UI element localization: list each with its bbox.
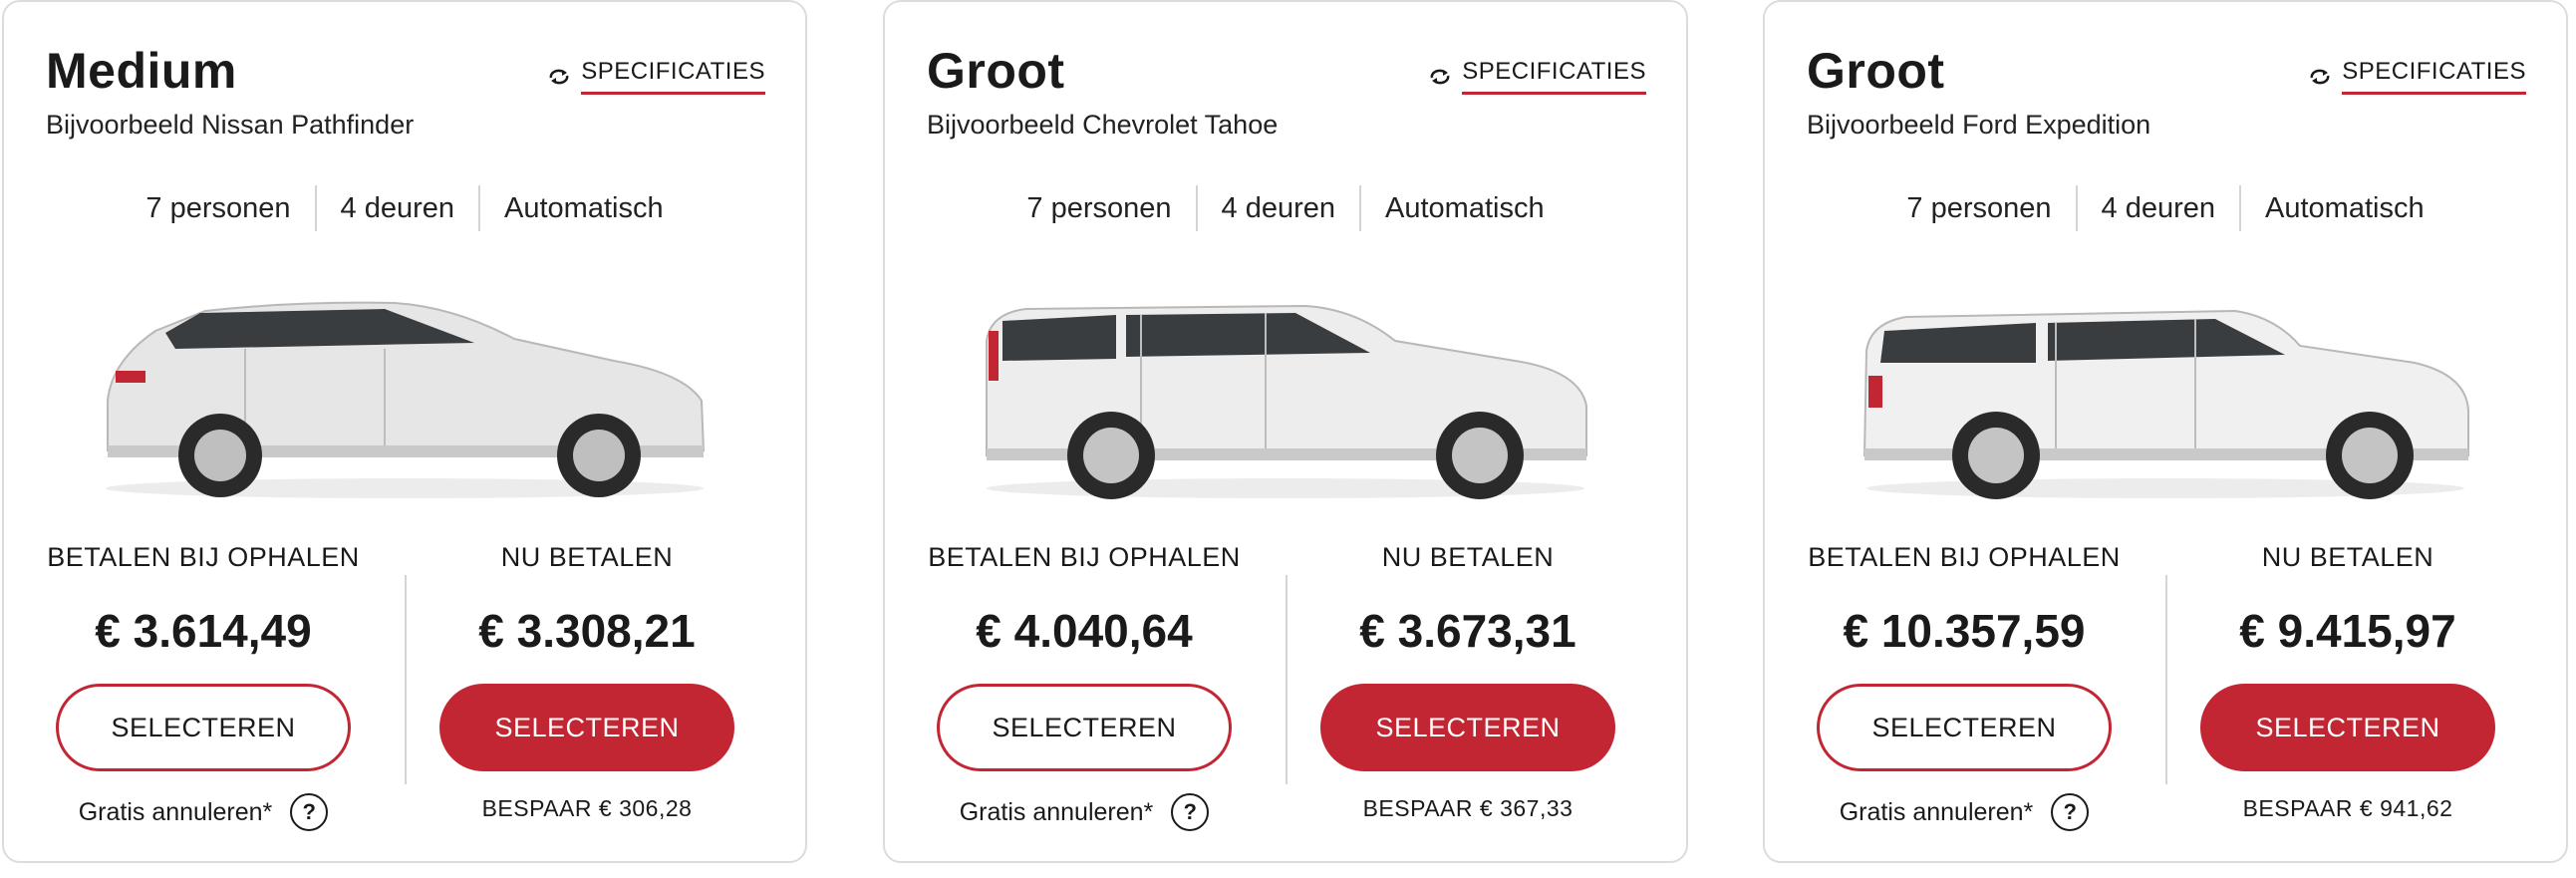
feature-list: 7 personen 4 deuren Automatisch (885, 185, 1686, 231)
pay-now-section: NU BETALEN € 9.415,97 SELECTEREN BESPAAR… (2168, 540, 2527, 822)
feature-doors: 4 deuren (340, 192, 455, 224)
card-title: Groot (927, 43, 1065, 99)
question-circle-icon[interactable]: ? (2051, 793, 2090, 831)
vehicle-card-groot-expedition: Groot Bijvoorbeeld Ford Expedition SPECI… (1763, 0, 2568, 863)
savings-text: BESPAAR € 941,62 (2242, 795, 2453, 821)
pay-now-price: € 3.308,21 (478, 605, 696, 657)
card-example-model: Bijvoorbeeld Chevrolet Tahoe (927, 110, 1279, 140)
card-example-model: Bijvoorbeeld Ford Expedition (1807, 110, 2151, 140)
pay-now-price: € 3.673,31 (1359, 605, 1576, 657)
price-column-divider (405, 575, 407, 784)
select-pay-later-button[interactable]: SELECTEREN (937, 684, 1232, 771)
car-image-nissan-pathfinder (106, 301, 706, 498)
free-cancellation-row: Gratis annuleren* ? (1785, 793, 2144, 831)
question-circle-icon[interactable]: ? (290, 793, 329, 831)
rotate-arrows-icon (1430, 69, 1450, 84)
feature-transmission: Automatisch (1385, 192, 1545, 224)
pay-at-pickup-section: BETALEN BIJ OPHALEN € 10.357,59 SELECTER… (1785, 540, 2144, 831)
select-pay-now-button[interactable]: SELECTEREN (2200, 684, 2495, 771)
question-circle-icon[interactable]: ? (1171, 793, 1210, 831)
pay-at-pickup-price: € 3.614,49 (95, 605, 312, 657)
rotate-arrows-icon (2310, 69, 2330, 84)
pay-at-pickup-heading: BETALEN BIJ OPHALEN (928, 542, 1241, 572)
select-pay-now-button[interactable]: SELECTEREN (439, 684, 734, 771)
pay-at-pickup-heading: BETALEN BIJ OPHALEN (47, 542, 360, 572)
specifications-link[interactable]: SPECIFICATIES (1428, 58, 1646, 95)
vehicle-card-medium: Medium Bijvoorbeeld Nissan Pathfinder SP… (2, 0, 807, 863)
car-image-chevrolet-tahoe (986, 304, 1587, 499)
pay-at-pickup-section: BETALEN BIJ OPHALEN € 4.040,64 SELECTERE… (905, 540, 1264, 831)
card-title: Medium (46, 43, 237, 99)
select-pay-later-button[interactable]: SELECTEREN (56, 684, 351, 771)
pay-now-section: NU BETALEN € 3.308,21 SELECTEREN BESPAAR… (408, 540, 766, 822)
specifications-link[interactable]: SPECIFICATIES (2308, 58, 2526, 95)
specifications-label: SPECIFICATIES (2342, 58, 2526, 95)
pay-at-pickup-price: € 4.040,64 (976, 605, 1193, 657)
feature-doors: 4 deuren (1221, 192, 1336, 224)
specifications-label: SPECIFICATIES (581, 58, 765, 95)
pay-at-pickup-price: € 10.357,59 (1843, 605, 2086, 657)
feature-passengers: 7 personen (145, 192, 291, 224)
feature-list: 7 personen 4 deuren Automatisch (4, 185, 805, 231)
pay-at-pickup-section: BETALEN BIJ OPHALEN € 3.614,49 SELECTERE… (24, 540, 383, 831)
free-cancellation-text: Gratis annuleren* (1839, 797, 2034, 826)
select-pay-now-button[interactable]: SELECTEREN (1320, 684, 1615, 771)
pay-now-price: € 9.415,97 (2239, 605, 2456, 657)
rotate-arrows-icon (549, 69, 569, 84)
pay-now-heading: NU BETALEN (2261, 542, 2434, 572)
feature-list: 7 personen 4 deuren Automatisch (1765, 185, 2566, 231)
card-example-model: Bijvoorbeeld Nissan Pathfinder (46, 110, 415, 140)
feature-doors: 4 deuren (2101, 192, 2216, 224)
feature-transmission: Automatisch (504, 192, 664, 224)
savings-text: BESPAAR € 306,28 (481, 795, 693, 821)
free-cancellation-text: Gratis annuleren* (78, 797, 273, 826)
specifications-link[interactable]: SPECIFICATIES (547, 58, 765, 95)
pay-now-section: NU BETALEN € 3.673,31 SELECTEREN BESPAAR… (1288, 540, 1647, 822)
feature-transmission: Automatisch (2265, 192, 2425, 224)
specifications-label: SPECIFICATIES (1462, 58, 1646, 95)
car-image-ford-expedition (1862, 309, 2469, 499)
feature-passengers: 7 personen (1026, 192, 1172, 224)
free-cancellation-row: Gratis annuleren* ? (24, 793, 383, 831)
card-title: Groot (1807, 43, 1945, 99)
pay-at-pickup-heading: BETALEN BIJ OPHALEN (1808, 542, 2121, 572)
price-column-divider (1286, 575, 1288, 784)
free-cancellation-row: Gratis annuleren* ? (905, 793, 1264, 831)
free-cancellation-text: Gratis annuleren* (959, 797, 1154, 826)
select-pay-later-button[interactable]: SELECTEREN (1817, 684, 2112, 771)
price-column-divider (2165, 575, 2167, 784)
pay-now-heading: NU BETALEN (500, 542, 674, 572)
savings-text: BESPAAR € 367,33 (1362, 795, 1574, 821)
vehicle-card-groot-tahoe: Groot Bijvoorbeeld Chevrolet Tahoe SPECI… (883, 0, 1688, 863)
feature-passengers: 7 personen (1906, 192, 2052, 224)
pay-now-heading: NU BETALEN (1381, 542, 1555, 572)
